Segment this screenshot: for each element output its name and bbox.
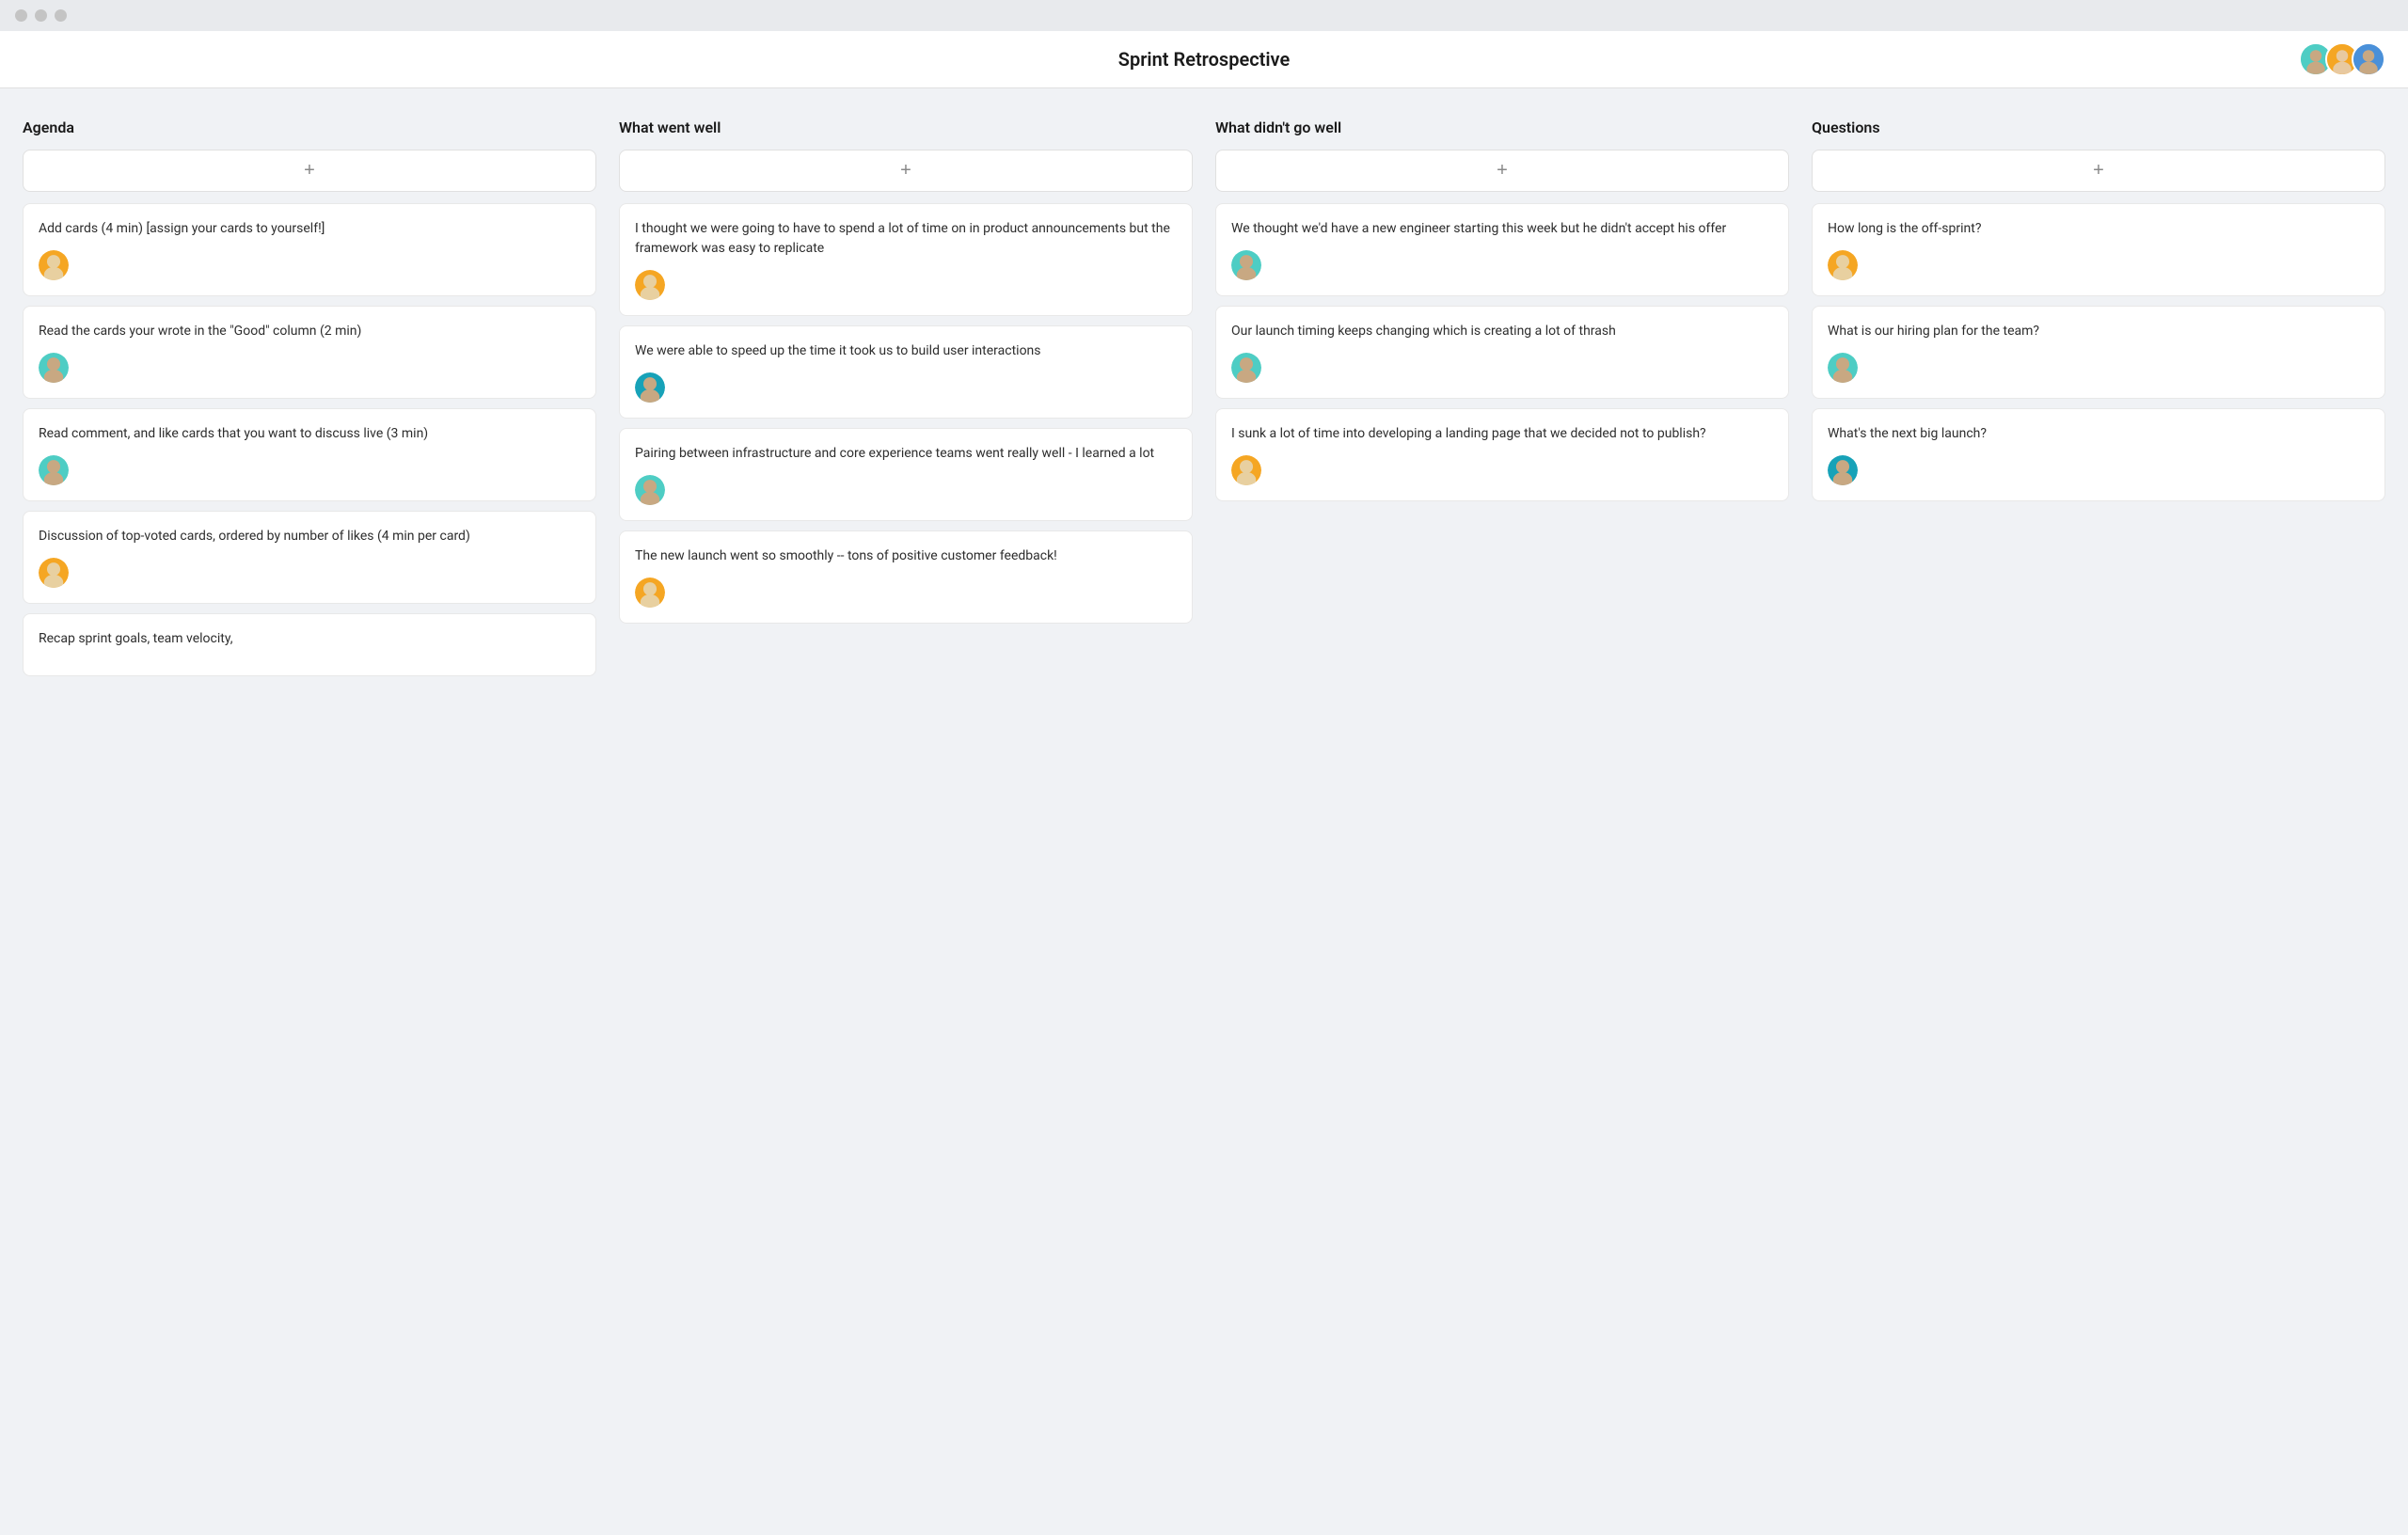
add-card-button-agenda[interactable]: + bbox=[23, 150, 596, 192]
card-avatar[interactable] bbox=[39, 558, 69, 588]
column-header-agenda: Agenda bbox=[23, 119, 596, 136]
card-text: Add cards (4 min) [assign your cards to … bbox=[39, 219, 580, 239]
card: Add cards (4 min) [assign your cards to … bbox=[23, 203, 596, 296]
card: Discussion of top-voted cards, ordered b… bbox=[23, 511, 596, 604]
page-title: Sprint Retrospective bbox=[1118, 48, 1290, 71]
card-avatar[interactable] bbox=[39, 455, 69, 485]
card-avatar[interactable] bbox=[1231, 353, 1261, 383]
card-avatar[interactable] bbox=[39, 250, 69, 280]
card: Read comment, and like cards that you wa… bbox=[23, 408, 596, 501]
title-bar bbox=[0, 0, 2408, 31]
traffic-light-close[interactable] bbox=[15, 9, 27, 22]
columns-container: Agenda + Add cards (4 min) [assign your ca… bbox=[23, 119, 2385, 686]
card-text: What is our hiring plan for the team? bbox=[1828, 322, 2369, 341]
column-header-questions: Questions bbox=[1812, 119, 2385, 136]
card: I sunk a lot of time into developing a l… bbox=[1215, 408, 1789, 501]
card: Pairing between infrastructure and core … bbox=[619, 428, 1193, 521]
traffic-light-maximize[interactable] bbox=[55, 9, 67, 22]
column-agenda: Agenda + Add cards (4 min) [assign your ca… bbox=[23, 119, 596, 686]
column-what-didnt-go-well: What didn't go well + We thought we'd have… bbox=[1215, 119, 1789, 511]
card-text: I thought we were going to have to spend… bbox=[635, 219, 1177, 259]
card-avatar[interactable] bbox=[1828, 455, 1858, 485]
card-avatar[interactable] bbox=[1828, 250, 1858, 280]
card-text: Recap sprint goals, team velocity, bbox=[39, 629, 580, 649]
card: What is our hiring plan for the team? bbox=[1812, 306, 2385, 399]
add-card-button-questions[interactable]: + bbox=[1812, 150, 2385, 192]
card: We thought we'd have a new engineer star… bbox=[1215, 203, 1789, 296]
header-avatar-3[interactable] bbox=[2352, 42, 2385, 76]
card: I thought we were going to have to spend… bbox=[619, 203, 1193, 316]
main-content: Agenda + Add cards (4 min) [assign your ca… bbox=[0, 88, 2408, 716]
card-text: Pairing between infrastructure and core … bbox=[635, 444, 1177, 464]
card-text: Discussion of top-voted cards, ordered b… bbox=[39, 527, 580, 546]
card: What's the next big launch? bbox=[1812, 408, 2385, 501]
card-avatar[interactable] bbox=[1231, 455, 1261, 485]
card-avatar[interactable] bbox=[635, 270, 665, 300]
card-avatar[interactable] bbox=[1828, 353, 1858, 383]
card: How long is the off-sprint? bbox=[1812, 203, 2385, 296]
card: Recap sprint goals, team velocity, bbox=[23, 613, 596, 676]
card-text: Read comment, and like cards that you wa… bbox=[39, 424, 580, 444]
card-avatar[interactable] bbox=[635, 372, 665, 403]
add-card-button-what-didnt-go-well[interactable]: + bbox=[1215, 150, 1789, 192]
card-text: Read the cards your wrote in the "Good" … bbox=[39, 322, 580, 341]
card: Read the cards your wrote in the "Good" … bbox=[23, 306, 596, 399]
traffic-light-minimize[interactable] bbox=[35, 9, 47, 22]
card: We were able to speed up the time it too… bbox=[619, 325, 1193, 419]
column-header-what-went-well: What went well bbox=[619, 119, 1193, 136]
column-questions: Questions + How long is the off-sprint? Wha… bbox=[1812, 119, 2385, 511]
card-text: We thought we'd have a new engineer star… bbox=[1231, 219, 1773, 239]
card-text: We were able to speed up the time it too… bbox=[635, 341, 1177, 361]
card-text: Our launch timing keeps changing which i… bbox=[1231, 322, 1773, 341]
card-text: I sunk a lot of time into developing a l… bbox=[1231, 424, 1773, 444]
card-text: How long is the off-sprint? bbox=[1828, 219, 2369, 239]
column-header-what-didnt-go-well: What didn't go well bbox=[1215, 119, 1789, 136]
header-avatars bbox=[2299, 42, 2385, 76]
column-what-went-well: What went well + I thought we were going t… bbox=[619, 119, 1193, 633]
card-text: What's the next big launch? bbox=[1828, 424, 2369, 444]
add-card-button-what-went-well[interactable]: + bbox=[619, 150, 1193, 192]
card-avatar[interactable] bbox=[39, 353, 69, 383]
card-avatar[interactable] bbox=[1231, 250, 1261, 280]
card-text: The new launch went so smoothly -- tons … bbox=[635, 546, 1177, 566]
card: The new launch went so smoothly -- tons … bbox=[619, 530, 1193, 624]
card-avatar[interactable] bbox=[635, 475, 665, 505]
card-avatar[interactable] bbox=[635, 578, 665, 608]
card: Our launch timing keeps changing which i… bbox=[1215, 306, 1789, 399]
app-header: Sprint Retrospective bbox=[0, 31, 2408, 88]
